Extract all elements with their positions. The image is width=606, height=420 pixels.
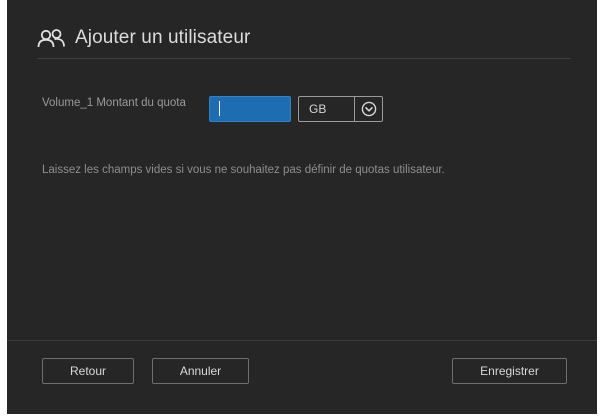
quota-unit-select[interactable]: GB: [298, 96, 383, 122]
text-caret: [219, 101, 220, 116]
quota-hint-text: Laissez les champs vides si vous ne souh…: [42, 164, 445, 176]
dialog-title: Ajouter un utilisateur: [75, 27, 251, 48]
save-button[interactable]: Enregistrer: [452, 358, 567, 384]
quota-unit-value: GB: [309, 102, 327, 116]
header-divider: [37, 58, 571, 59]
add-user-dialog: Ajouter un utilisateur Volume_1 Montant …: [7, 0, 597, 414]
quota-input[interactable]: [209, 96, 291, 122]
quota-label: Volume_1 Montant du quota: [42, 97, 186, 109]
dialog-header: Ajouter un utilisateur: [37, 22, 250, 54]
users-icon: [37, 27, 67, 49]
cancel-button[interactable]: Annuler: [152, 358, 249, 384]
back-button[interactable]: Retour: [42, 358, 134, 384]
footer-divider: [7, 340, 597, 341]
chevron-down-circle-icon[interactable]: [355, 101, 382, 117]
